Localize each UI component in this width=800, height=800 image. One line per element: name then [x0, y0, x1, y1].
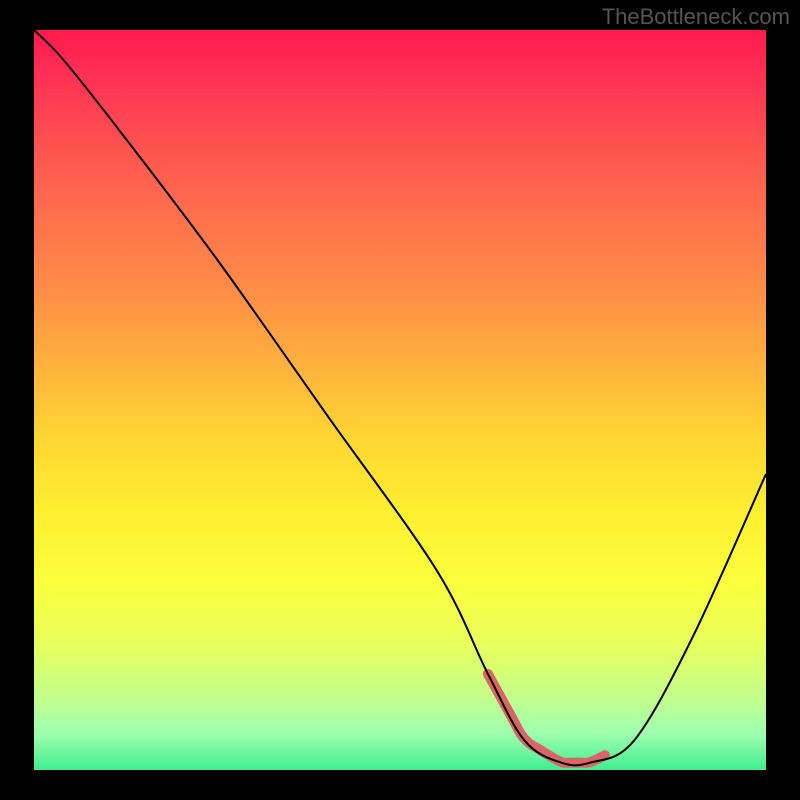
bottleneck-curve	[34, 30, 766, 765]
optimal-band	[488, 674, 605, 763]
watermark-text: TheBottleneck.com	[602, 4, 790, 30]
chart-svg	[34, 30, 766, 770]
